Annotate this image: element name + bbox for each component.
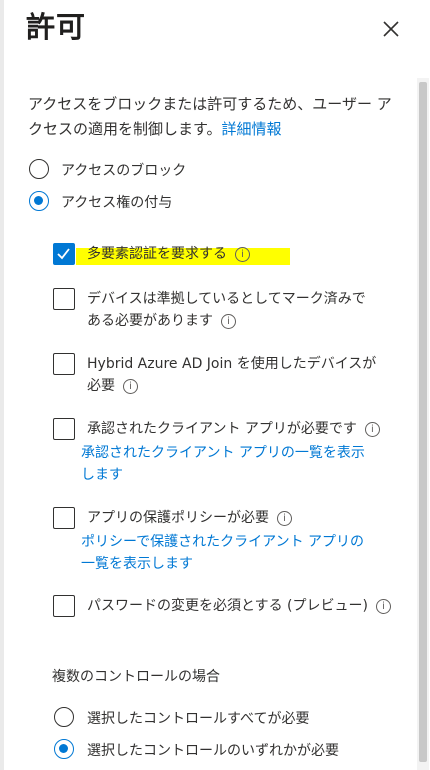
control-password-label: パスワードの変更を必須とする (プレビュー) (87, 598, 368, 614)
radio-block-access[interactable] (29, 159, 49, 179)
checkmark-icon (57, 248, 70, 260)
panel-title: 許可 (26, 10, 87, 44)
approved-apps-list-link[interactable]: 承認されたクライアント アプリの一覧を表示します (81, 442, 371, 486)
checkbox-require-password-change[interactable] (53, 595, 75, 617)
info-icon[interactable]: i (235, 247, 250, 262)
control-protection-label: アプリの保護ポリシーが必要 (87, 510, 269, 526)
radio-require-all-label: 選択したコントロールすべてが必要 (87, 711, 310, 727)
control-mfa-label: 多要素認証を要求する (87, 246, 227, 262)
checkbox-compliant-device[interactable] (53, 288, 75, 310)
panel-left-edge (0, 0, 4, 770)
control-compliant-row: デバイスは準拠しているとしてマーク済みである必要があります i (87, 288, 367, 332)
scrollbar-thumb[interactable] (419, 82, 427, 762)
learn-more-link[interactable]: 詳細情報 (222, 120, 282, 138)
info-icon[interactable]: i (364, 422, 380, 437)
description: アクセスをブロックまたは許可するため、ユーザー アクセスの適用を制御します。詳細… (28, 92, 394, 142)
protected-apps-list-link[interactable]: ポリシーで保護されたクライアント アプリの一覧を表示します (81, 531, 371, 575)
radio-require-all-controls[interactable] (54, 707, 74, 727)
checkbox-hybrid-azure-ad[interactable] (53, 353, 75, 375)
control-hybrid-row: Hybrid Azure AD Join を使用したデバイスが必要 i (87, 353, 377, 397)
checkbox-require-mfa[interactable] (53, 243, 75, 265)
control-password-row: パスワードの変更を必須とする (プレビュー) i (87, 595, 397, 617)
radio-grant-access[interactable] (29, 191, 49, 211)
description-text: アクセスをブロックまたは許可するため、ユーザー アクセスの適用を制御します。 (28, 95, 392, 138)
close-icon[interactable] (378, 16, 404, 42)
scrollbar[interactable] (417, 78, 429, 770)
control-approved-app-label: 承認されたクライアント アプリが必要です (87, 421, 357, 437)
radio-require-one-control[interactable] (54, 739, 74, 759)
info-icon[interactable]: i (221, 314, 236, 329)
info-icon[interactable]: i (123, 379, 138, 394)
radio-grant-access-label: アクセス権の付与 (61, 195, 173, 211)
control-approved-app-row: 承認されたクライアント アプリが必要です i (87, 418, 387, 440)
control-mfa-row: 多要素認証を要求する i (87, 243, 387, 265)
radio-block-access-label: アクセスのブロック (61, 163, 187, 179)
info-icon[interactable]: i (277, 511, 292, 526)
checkbox-approved-client-app[interactable] (53, 418, 75, 440)
checkbox-app-protection-policy[interactable] (53, 507, 75, 529)
radio-require-one-label: 選択したコントロールのいずれかが必要 (87, 743, 339, 759)
control-protection-row: アプリの保護ポリシーが必要 i (87, 507, 387, 529)
info-icon[interactable]: i (375, 599, 391, 614)
multiple-controls-label: 複数のコントロールの場合 (52, 669, 220, 685)
